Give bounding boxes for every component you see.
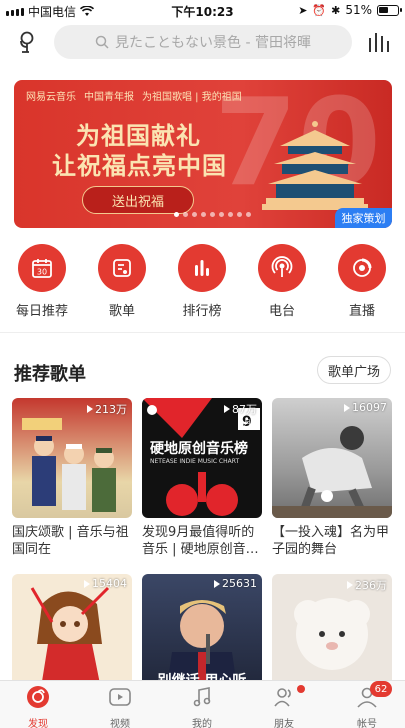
play-icon (224, 405, 230, 413)
cover-subtitle: NETEASE INDIE MUSIC CHART (150, 458, 240, 465)
play-count: 213万 (87, 401, 127, 417)
tab-label: 帐号 (357, 719, 377, 728)
category-label: 每日推荐 (15, 304, 68, 319)
category-playlist[interactable]: 歌单 (82, 244, 162, 319)
cover-title: 硬地原创音乐榜 (150, 441, 248, 457)
playlist-title: 国庆颂歌 | 音乐与祖国同在 (12, 525, 129, 557)
promo-banner[interactable]: 70 网易云音乐 中国青年报 为祖国歌唱 | 我的祖国 为祖国献礼 让祝福点亮中… (14, 80, 392, 228)
battery-icon (377, 4, 402, 16)
category-row: 30 每日推荐 歌单 排行榜 电台 直播 (0, 244, 405, 324)
banner-brand-item: 为祖国歌唱 | 我的祖国 (142, 92, 242, 103)
now-playing-bars-icon[interactable] (367, 30, 391, 54)
playlist-card[interactable]: 16097 【一投入魂】名为甲子园的舞台 (272, 398, 392, 558)
battery-percent: 51% (345, 3, 372, 17)
play-count: 25631 (214, 577, 257, 590)
search-input[interactable]: 見たこともない景色 - 菅田将暉 (54, 25, 352, 59)
playlist-card[interactable]: 别继话 用心听 25631 (142, 574, 262, 694)
baseball-player-photo (272, 426, 392, 518)
playlist-card[interactable]: 15404 (12, 574, 132, 694)
playlist-title: 【一投入魂】名为甲子园的舞台 (272, 525, 390, 557)
playlist-cover: 213万 (12, 398, 132, 518)
play-icon (214, 579, 220, 588)
bottom-tab-bar: 发现 视频 我的 朋友 帐号 62 (0, 680, 405, 728)
play-count: 16097 (344, 401, 387, 414)
tab-discover[interactable]: 发现 (8, 685, 68, 728)
search-placeholder: 見たこともない景色 - 菅田将暉 (115, 35, 311, 51)
tab-label: 我的 (192, 719, 212, 728)
tab-label: 发现 (28, 719, 48, 728)
play-count: 236万 (347, 577, 387, 593)
radio-icon (258, 244, 306, 292)
discover-icon (27, 686, 49, 708)
tab-account[interactable]: 帐号 62 (337, 681, 397, 728)
tab-my-music[interactable]: 我的 (172, 685, 232, 728)
category-label: 电台 (268, 304, 295, 319)
category-charts[interactable]: 排行榜 (162, 244, 242, 319)
search-icon (95, 35, 109, 49)
tab-video[interactable]: 视频 (90, 685, 150, 728)
tab-label: 朋友 (274, 719, 294, 728)
playlist-card[interactable]: 9 硬地原创音乐榜 NETEASE INDIE MUSIC CHART 9月榜 … (142, 398, 262, 558)
temple-of-heaven-illustration (262, 121, 368, 210)
bluetooth-icon: ✱ (331, 3, 341, 17)
play-icon (344, 403, 350, 412)
send-blessing-button[interactable]: 送出祝福 (82, 186, 194, 214)
chart-bars-icon (178, 244, 226, 292)
top-bar: 見たこともない景色 - 菅田将暉 (0, 20, 405, 64)
live-icon (338, 244, 386, 292)
play-icon (87, 405, 93, 413)
category-label: 直播 (348, 304, 375, 319)
section-divider (0, 332, 405, 333)
tab-friends[interactable]: 朋友 (254, 685, 314, 728)
exclusive-tag: 独家策划 (335, 208, 392, 228)
playlist-cover: 16097 (272, 398, 392, 518)
category-label: 歌单 (108, 304, 135, 319)
calendar-icon: 30 (18, 244, 66, 292)
banner-subheadline: 让祝福点亮中国 (52, 152, 227, 180)
video-icon (109, 688, 131, 706)
category-live[interactable]: 直播 (322, 244, 402, 319)
friends-icon (274, 688, 291, 707)
notification-badge: 62 (370, 681, 392, 697)
play-count: 15404 (84, 577, 127, 590)
category-label: 排行榜 (182, 304, 222, 319)
tab-label: 视频 (110, 719, 130, 728)
music-note-icon (193, 687, 211, 707)
playlist-icon (98, 244, 146, 292)
playlist-cover: 236万 (272, 574, 392, 694)
section-title: 推荐歌单 (14, 364, 86, 385)
location-icon: ➤ (298, 3, 308, 17)
notification-dot (297, 685, 305, 693)
category-radio[interactable]: 电台 (242, 244, 322, 319)
play-count: 87万 (224, 401, 257, 417)
microphone-icon[interactable] (14, 29, 40, 55)
banner-brand-item: 中国青年报 (84, 92, 134, 103)
cover-badge: 9月榜 (239, 419, 258, 427)
alarm-icon: ⏰ (312, 3, 327, 17)
playlist-cover: 别继话 用心听 25631 (142, 574, 262, 694)
banner-brand-row: 网易云音乐 中国青年报 为祖国歌唱 | 我的祖国 (26, 88, 242, 103)
playlist-title: 发现9月最值得听的音乐 | 硬地原创音… (142, 525, 259, 557)
playlist-card[interactable]: 213万 国庆颂歌 | 音乐与祖国同在 (12, 398, 132, 558)
banner-pagination (174, 212, 251, 217)
playlist-card[interactable]: 236万 (272, 574, 392, 694)
playlist-cover: 9 硬地原创音乐榜 NETEASE INDIE MUSIC CHART 9月榜 … (142, 398, 262, 518)
svg-text:30: 30 (37, 268, 47, 277)
playlist-cover: 15404 (12, 574, 132, 694)
play-icon (347, 581, 353, 589)
category-daily-recommend[interactable]: 30 每日推荐 (2, 244, 82, 319)
banner-brand-item: 网易云音乐 (26, 92, 76, 103)
status-bar: 中国电信 下午10:23 ➤ ⏰ ✱ 51% (0, 0, 405, 20)
anime-girl-illustration (30, 586, 110, 694)
play-icon (84, 579, 90, 588)
playlist-square-button[interactable]: 歌单广场 (317, 356, 391, 384)
